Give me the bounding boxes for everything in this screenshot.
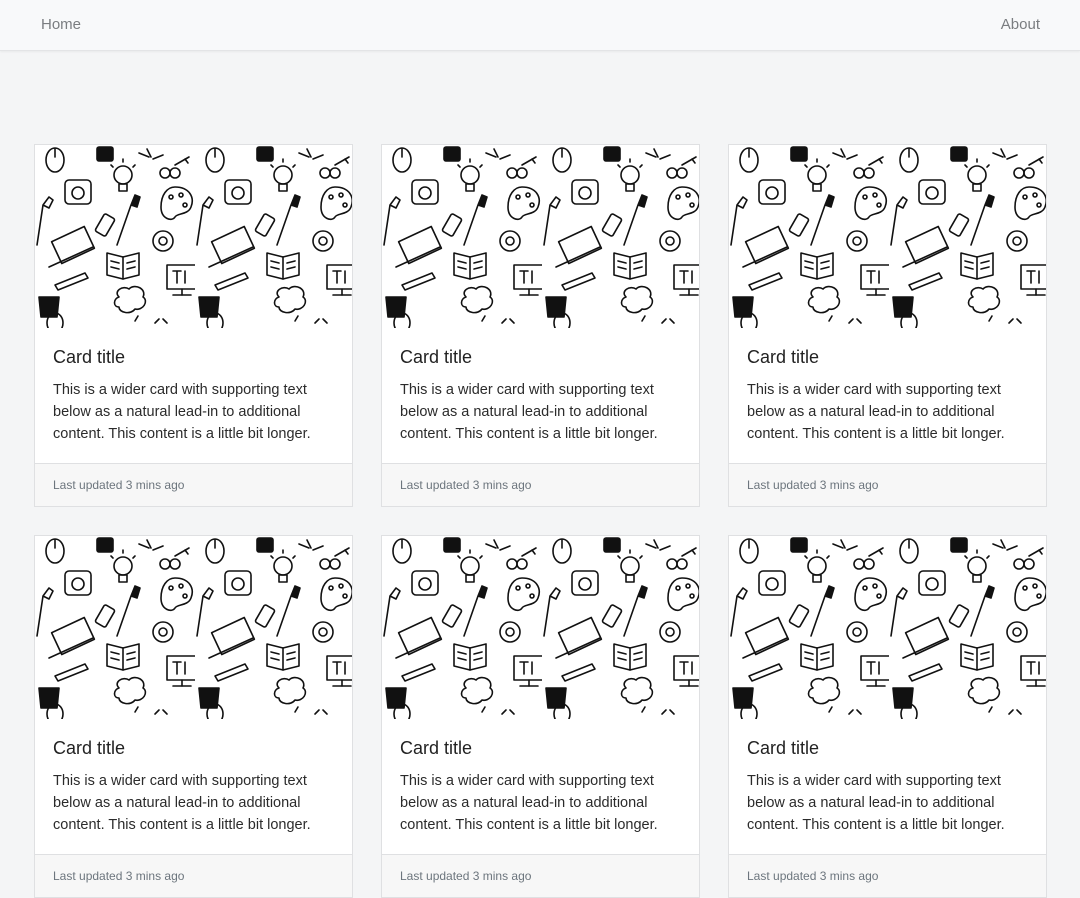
card-title: Card title	[400, 347, 473, 367]
card-body: Card title This is a wider card with sup…	[382, 328, 699, 463]
navbar: Home About	[0, 0, 1080, 51]
doodle-pattern-icon	[35, 145, 352, 328]
doodle-pattern-icon	[382, 145, 699, 328]
card-body: Card title This is a wider card with sup…	[35, 328, 352, 463]
card-text: This is a wider card with supporting tex…	[53, 382, 311, 442]
card-footer-text: Last updated 3 mins ago	[747, 478, 879, 492]
card-footer-text: Last updated 3 mins ago	[53, 478, 185, 492]
nav-home-link[interactable]: Home	[41, 16, 81, 34]
card-text: This is a wider card with supporting tex…	[400, 382, 658, 442]
card-footer: Last updated 3 mins ago	[382, 854, 699, 897]
card-footer-text: Last updated 3 mins ago	[53, 869, 185, 883]
card-footer: Last updated 3 mins ago	[35, 463, 352, 506]
card-text: This is a wider card with supporting tex…	[400, 773, 658, 833]
card-body: Card title This is a wider card with sup…	[729, 328, 1046, 463]
card-footer: Last updated 3 mins ago	[729, 463, 1046, 506]
card: Card title This is a wider card with sup…	[381, 535, 700, 898]
card-footer-text: Last updated 3 mins ago	[400, 478, 532, 492]
card-body: Card title This is a wider card with sup…	[382, 719, 699, 854]
card-text: This is a wider card with supporting tex…	[747, 382, 1005, 442]
card-title: Card title	[747, 347, 820, 367]
card-title: Card title	[53, 738, 126, 758]
card-text: This is a wider card with supporting tex…	[747, 773, 1005, 833]
doodle-pattern-icon	[35, 536, 352, 719]
nav-about-link[interactable]: About	[1001, 16, 1040, 34]
card-body: Card title This is a wider card with sup…	[35, 719, 352, 854]
card: Card title This is a wider card with sup…	[728, 144, 1047, 507]
card-footer: Last updated 3 mins ago	[382, 463, 699, 506]
card: Card title This is a wider card with sup…	[728, 535, 1047, 898]
card-footer: Last updated 3 mins ago	[35, 854, 352, 897]
card-body: Card title This is a wider card with sup…	[729, 719, 1046, 854]
doodle-pattern-icon	[729, 145, 1046, 328]
doodle-pattern-icon	[729, 536, 1046, 719]
card: Card title This is a wider card with sup…	[34, 144, 353, 507]
card-title: Card title	[747, 738, 820, 758]
card-footer: Last updated 3 mins ago	[729, 854, 1046, 897]
card: Card title This is a wider card with sup…	[381, 144, 700, 507]
card-text: This is a wider card with supporting tex…	[53, 773, 311, 833]
doodle-pattern-icon	[382, 536, 699, 719]
card-footer-text: Last updated 3 mins ago	[747, 869, 879, 883]
card-footer-text: Last updated 3 mins ago	[400, 869, 532, 883]
card-title: Card title	[400, 738, 473, 758]
card-title: Card title	[53, 347, 126, 367]
card: Card title This is a wider card with sup…	[34, 535, 353, 898]
